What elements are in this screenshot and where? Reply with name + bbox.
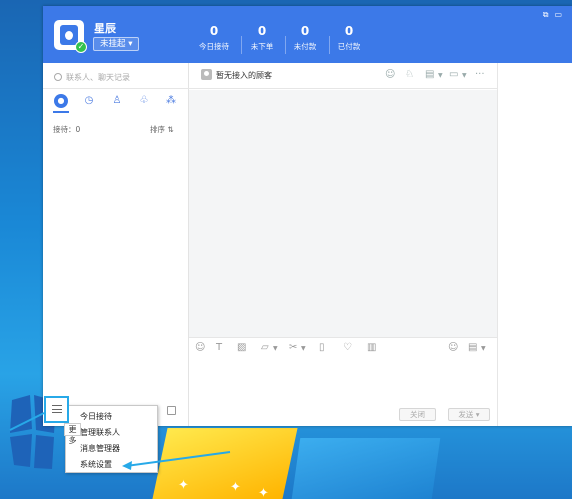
annotation-arrow-menu: [9, 412, 45, 431]
arrowhead-icon: [122, 461, 132, 470]
annotation-arrows: [9, 412, 231, 470]
annotation-arrow-settings: [125, 451, 231, 467]
